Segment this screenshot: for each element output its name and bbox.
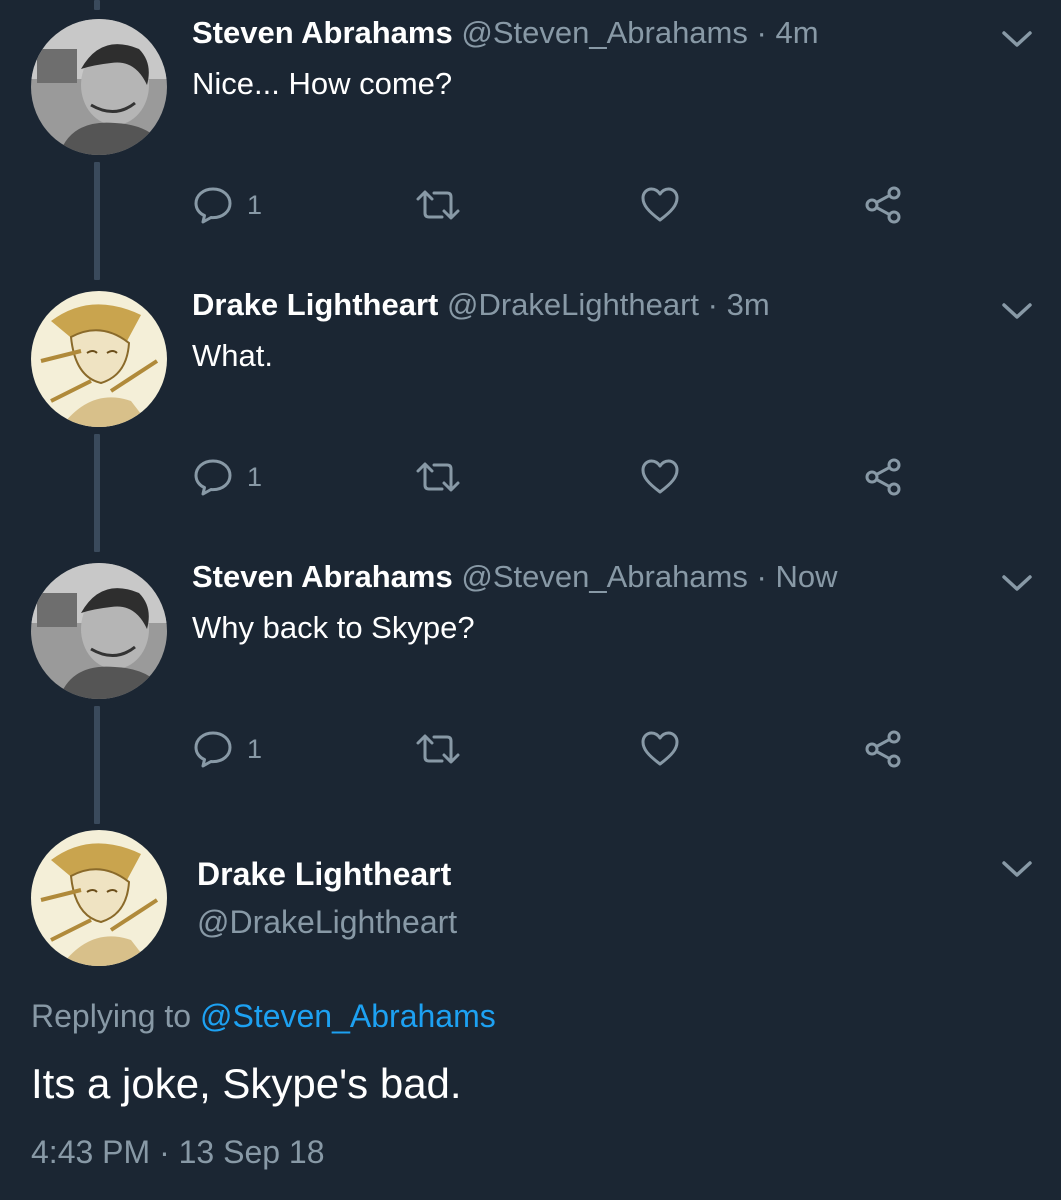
timestamp[interactable]: Now: [775, 559, 837, 594]
user-handle[interactable]: @DrakeLightheart: [447, 287, 699, 322]
share-icon: [864, 185, 904, 225]
reply-icon: [193, 457, 233, 497]
reply-count: 1: [247, 733, 263, 764]
tweet-header: Steven Abrahams @Steven_Abrahams · 4m: [192, 14, 819, 52]
heart-icon: [640, 457, 680, 497]
chevron-down-icon[interactable]: [1000, 858, 1034, 880]
display-name[interactable]: Drake Lightheart: [192, 287, 438, 322]
tweet-header: Drake Lightheart @DrakeLightheart · 3m: [192, 286, 770, 324]
separator: ·: [756, 559, 767, 594]
share-button[interactable]: [864, 724, 904, 774]
user-handle[interactable]: @Steven_Abrahams: [461, 15, 748, 50]
focused-tweet: Drake Lightheart @DrakeLightheart Replyi…: [0, 820, 1061, 1200]
replying-to: Replying to @Steven_Abrahams: [31, 998, 496, 1035]
tweet-actions: 1: [0, 724, 1061, 774]
tweet-text: Its a joke, Skype's bad.: [31, 1060, 462, 1107]
reply-button[interactable]: 1: [193, 180, 262, 230]
tweet-actions: 1: [0, 452, 1061, 502]
avatar[interactable]: [31, 563, 167, 699]
avatar[interactable]: [31, 291, 167, 427]
separator: ·: [159, 1134, 170, 1170]
mention-link[interactable]: @Steven_Abrahams: [200, 998, 496, 1034]
tweet-text: Why back to Skype?: [192, 610, 475, 645]
user-handle[interactable]: @DrakeLightheart: [197, 904, 457, 941]
tweet-timestamp: 4:43 PM · 13 Sep 18: [31, 1134, 325, 1171]
retweet-button[interactable]: [415, 724, 461, 774]
chevron-down-icon[interactable]: [1000, 572, 1034, 594]
display-name[interactable]: Steven Abrahams: [192, 15, 453, 50]
tweet-time: 4:43 PM: [31, 1134, 151, 1170]
like-button[interactable]: [640, 724, 680, 774]
retweet-icon: [415, 457, 461, 497]
timestamp[interactable]: 4m: [775, 15, 818, 50]
tweet-text: What.: [192, 338, 273, 373]
tweet-text: Nice... How come?: [192, 66, 453, 101]
avatar[interactable]: [31, 19, 167, 155]
share-icon: [864, 729, 904, 769]
tweet[interactable]: Drake Lightheart @DrakeLightheart · 3m W…: [0, 272, 1061, 544]
like-button[interactable]: [640, 452, 680, 502]
avatar[interactable]: [31, 830, 167, 966]
tweet[interactable]: Steven Abrahams @Steven_Abrahams · Now W…: [0, 544, 1061, 816]
heart-icon: [640, 729, 680, 769]
chevron-down-icon[interactable]: [1000, 300, 1034, 322]
reply-button[interactable]: 1: [193, 452, 262, 502]
tweet[interactable]: Steven Abrahams @Steven_Abrahams · 4m Ni…: [0, 0, 1061, 272]
chevron-down-icon[interactable]: [1000, 28, 1034, 50]
separator: ·: [756, 15, 767, 50]
user-handle[interactable]: @Steven_Abrahams: [461, 559, 748, 594]
reply-icon: [193, 729, 233, 769]
retweet-button[interactable]: [415, 452, 461, 502]
tweet-header: Steven Abrahams @Steven_Abrahams · Now: [192, 558, 837, 596]
share-icon: [864, 457, 904, 497]
share-button[interactable]: [864, 180, 904, 230]
display-name[interactable]: Drake Lightheart: [197, 856, 451, 893]
reply-count: 1: [247, 189, 263, 220]
heart-icon: [640, 185, 680, 225]
separator: ·: [707, 287, 718, 322]
tweet-date: 13 Sep 18: [178, 1134, 325, 1170]
retweet-button[interactable]: [415, 180, 461, 230]
reply-icon: [193, 185, 233, 225]
retweet-icon: [415, 729, 461, 769]
replying-label: Replying to: [31, 998, 192, 1034]
reply-button[interactable]: 1: [193, 724, 262, 774]
display-name[interactable]: Steven Abrahams: [192, 559, 453, 594]
tweet-actions: 1: [0, 180, 1061, 230]
retweet-icon: [415, 185, 461, 225]
reply-count: 1: [247, 461, 263, 492]
like-button[interactable]: [640, 180, 680, 230]
timestamp[interactable]: 3m: [727, 287, 770, 322]
share-button[interactable]: [864, 452, 904, 502]
